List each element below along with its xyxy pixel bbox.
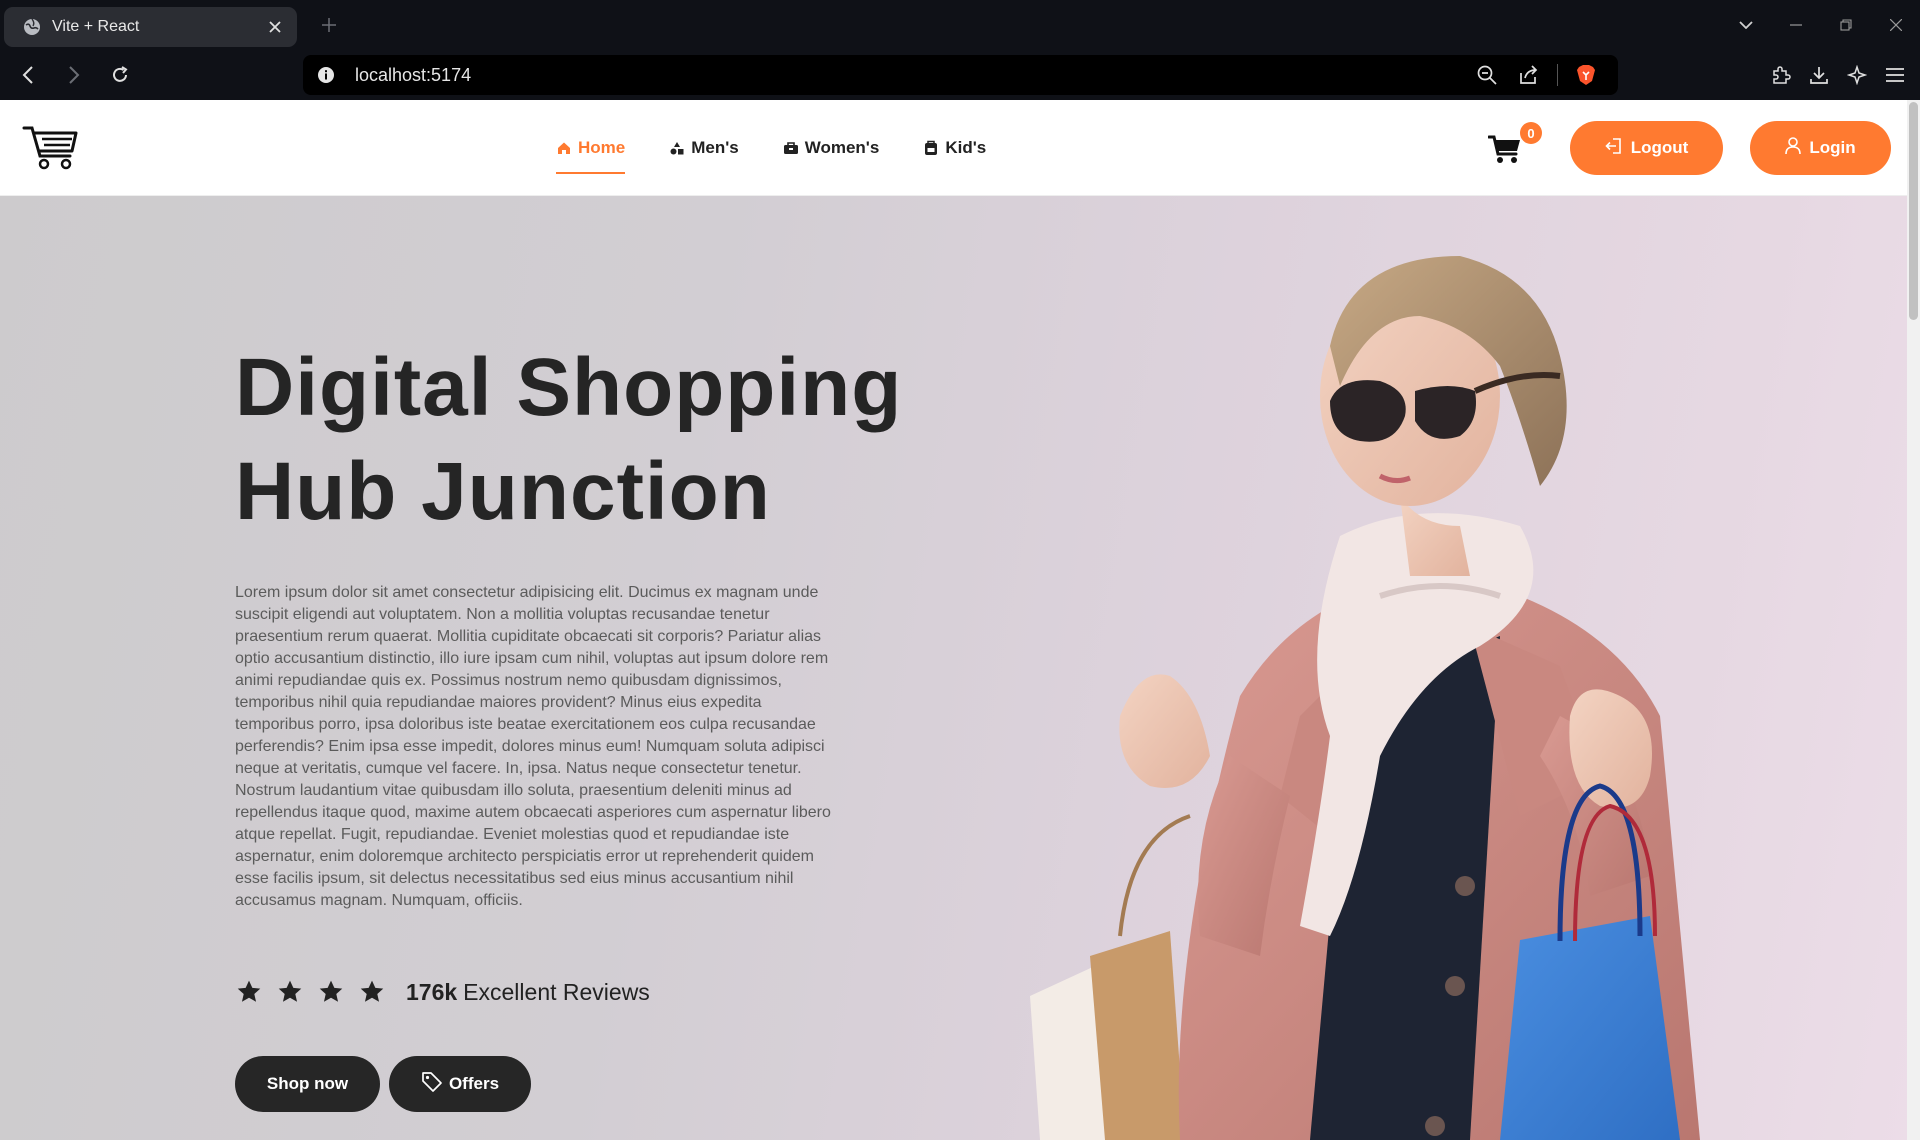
tag-icon [421, 1071, 443, 1098]
star-icon [276, 978, 304, 1006]
nav-kids-label: Kid's [945, 138, 987, 157]
login-button[interactable]: Login [1750, 121, 1891, 175]
scrollbar-thumb[interactable] [1909, 102, 1918, 320]
login-label: Login [1809, 138, 1856, 157]
url-text: localhost:5174 [355, 64, 472, 85]
logout-icon [1605, 137, 1623, 160]
shop-now-label: Shop now [266, 1074, 349, 1093]
menu-icon[interactable] [1880, 60, 1910, 90]
cart-icon[interactable] [1488, 134, 1522, 164]
address-bar[interactable]: localhost:5174 [303, 55, 1618, 95]
cart-count-badge: 0 [1520, 122, 1542, 144]
nav-kids[interactable]: Kid's [923, 100, 986, 196]
kid-bag-icon [923, 140, 939, 156]
nav-mens-label: Men's [691, 138, 739, 157]
star-icon [317, 978, 345, 1006]
offers-button[interactable]: Offers [389, 1056, 531, 1112]
leo-ai-icon[interactable] [1842, 60, 1872, 90]
hero-title: Digital Shopping Hub Junction [235, 336, 955, 544]
shopping-cart-logo-icon[interactable] [22, 124, 78, 172]
window-close-icon[interactable] [1872, 0, 1920, 50]
separator [1557, 64, 1558, 86]
reviews-count: 176k [406, 978, 458, 1005]
reviews-row: 176k Excellent Reviews [235, 978, 650, 1006]
browser-tab[interactable]: Vite + React [4, 7, 297, 47]
window-controls [1720, 0, 1920, 50]
nav-womens[interactable]: Women's [783, 100, 880, 196]
main-nav: Home Men's Women's Kid's [556, 100, 986, 196]
offers-label: Offers [448, 1074, 500, 1093]
hero-title-line2: Hub Junction [235, 446, 771, 537]
star-icon [358, 978, 386, 1006]
download-icon[interactable] [1804, 60, 1834, 90]
user-icon [1785, 136, 1802, 160]
restore-icon[interactable] [1822, 0, 1870, 50]
extensions-icon[interactable] [1766, 60, 1796, 90]
browser-toolbar: localhost:5174 [0, 50, 1920, 100]
browser-chrome: Vite + React localhost:5174 [0, 0, 1920, 100]
close-icon[interactable] [265, 17, 285, 37]
hero-title-line1: Digital Shopping [235, 342, 903, 433]
star-icon [235, 978, 263, 1006]
website-viewport: Home Men's Women's Kid's 0 Logout Login … [0, 100, 1920, 1140]
reviews-text: Excellent Reviews [463, 978, 650, 1005]
hero-section: Digital Shopping Hub Junction Lorem ipsu… [0, 196, 1920, 1140]
site-info-icon[interactable] [315, 64, 337, 86]
brave-shield-icon[interactable] [1572, 61, 1600, 89]
share-icon[interactable] [1515, 61, 1543, 89]
site-header: Home Men's Women's Kid's 0 Logout Login [0, 100, 1920, 196]
zoom-icon[interactable] [1473, 61, 1501, 89]
nav-womens-label: Women's [804, 138, 880, 157]
nav-mens[interactable]: Men's [669, 100, 739, 196]
hero-model-image [1030, 256, 1700, 1140]
home-icon [556, 140, 572, 156]
shop-now-button[interactable]: Shop now [235, 1056, 380, 1112]
new-tab-icon[interactable] [317, 13, 341, 37]
nav-home[interactable]: Home [556, 100, 626, 196]
chevron-down-icon[interactable] [1722, 0, 1770, 50]
handbag-icon [783, 140, 799, 156]
tab-strip: Vite + React [0, 0, 1920, 50]
back-icon[interactable] [10, 57, 46, 93]
forward-icon[interactable] [56, 57, 92, 93]
logout-label: Logout [1630, 138, 1689, 157]
hero-description: Lorem ipsum dolor sit amet consectetur a… [235, 584, 831, 909]
logout-button[interactable]: Logout [1570, 121, 1723, 175]
reload-icon[interactable] [102, 57, 138, 93]
shapes-icon [669, 140, 685, 156]
globe-icon [22, 17, 42, 37]
page-scrollbar[interactable] [1907, 100, 1920, 1140]
minimize-icon[interactable] [1772, 0, 1820, 50]
toolbar-actions [1766, 50, 1910, 100]
nav-home-label: Home [578, 138, 626, 157]
tab-title: Vite + React [52, 18, 140, 35]
rating-stars [235, 978, 386, 1006]
